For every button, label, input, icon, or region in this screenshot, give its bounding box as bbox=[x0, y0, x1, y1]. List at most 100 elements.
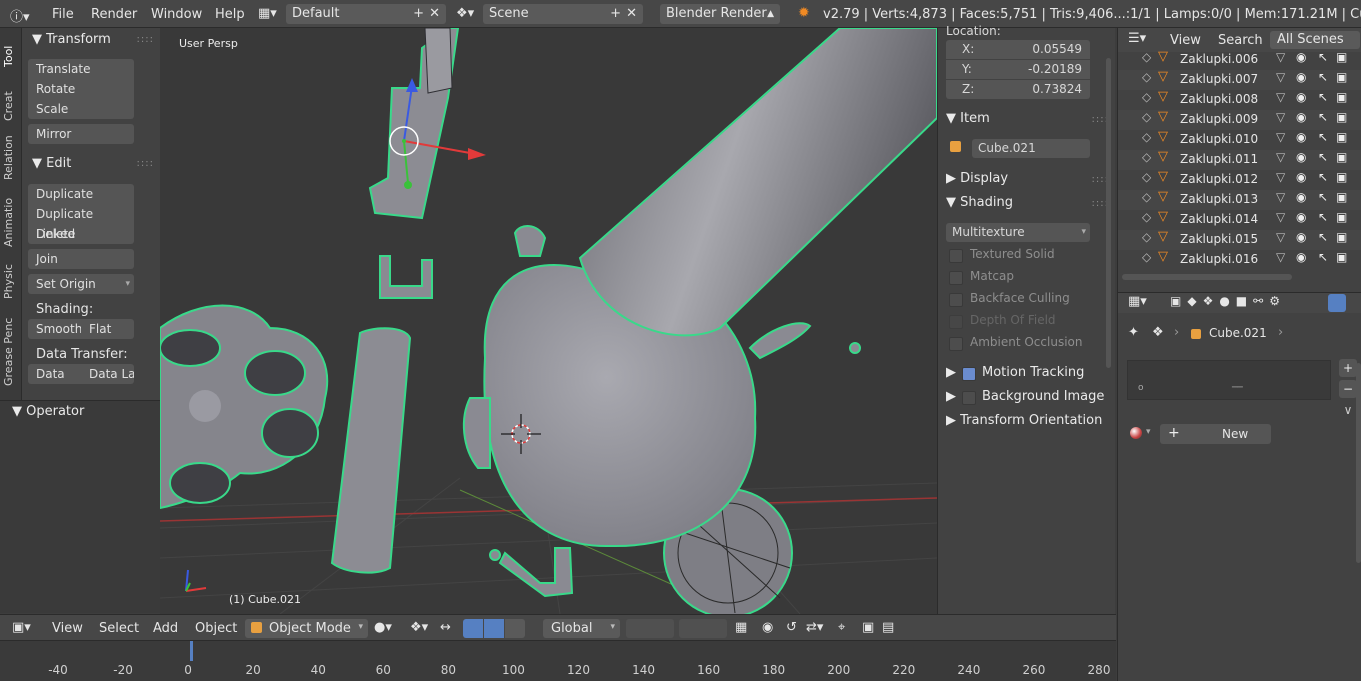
outliner-row[interactable]: ◇ ▽ Zaklupki.015 ▽ ◉ ↖ ▣ bbox=[1118, 229, 1361, 250]
expand-icon[interactable]: ◇ bbox=[1142, 190, 1151, 204]
transform-orientation-panel-header[interactable]: ▶ Transform Orientation bbox=[946, 413, 1102, 428]
shading-mode-select[interactable]: Multitexture ▾ bbox=[946, 223, 1090, 242]
restrict-icon[interactable]: ▽ bbox=[1276, 70, 1285, 84]
ambient-occlusion-checkbox[interactable] bbox=[949, 337, 963, 351]
eye-icon[interactable]: ◉ bbox=[1296, 70, 1306, 84]
material-slot-list[interactable]: o ── bbox=[1127, 360, 1331, 400]
tab-physics[interactable]: Physic bbox=[2, 260, 20, 304]
expand-icon[interactable]: ◇ bbox=[1142, 110, 1151, 124]
restrict-icon[interactable]: ▽ bbox=[1276, 90, 1285, 104]
restrict-icon[interactable]: ▽ bbox=[1276, 110, 1285, 124]
remove-scene-icon[interactable]: ✕ bbox=[626, 4, 637, 24]
list-grip-icon[interactable]: ── bbox=[1232, 383, 1243, 393]
duplicate-linked-button[interactable]: Duplicate Linked bbox=[28, 204, 134, 241]
side-part-mesh[interactable] bbox=[462, 397, 491, 469]
add-scene-icon[interactable]: + bbox=[610, 4, 621, 24]
top-knob-mesh[interactable] bbox=[513, 225, 547, 257]
layer-buttons-b[interactable] bbox=[679, 619, 727, 638]
list-resize-icon[interactable]: o bbox=[1138, 383, 1144, 393]
backface-culling-checkbox[interactable] bbox=[949, 293, 963, 307]
menu-help[interactable]: Help bbox=[215, 7, 245, 22]
cursor-select-icon[interactable]: ↖ bbox=[1318, 230, 1328, 244]
cursor-select-icon[interactable]: ↖ bbox=[1318, 110, 1328, 124]
snap-element-icon[interactable]: ⌖ bbox=[838, 620, 845, 635]
orientation-select[interactable]: Global ▾ bbox=[543, 619, 620, 638]
snap-icon[interactable]: ↺ bbox=[786, 620, 797, 635]
rotate-manipulator-button[interactable] bbox=[484, 619, 504, 638]
remove-layout-icon[interactable]: ✕ bbox=[429, 4, 440, 24]
eye-icon[interactable]: ◉ bbox=[1296, 250, 1306, 264]
bracket-mesh[interactable] bbox=[379, 255, 433, 299]
depth-of-field-checkbox[interactable] bbox=[949, 315, 963, 329]
expand-icon[interactable]: ◇ bbox=[1142, 250, 1151, 264]
camera-render-icon[interactable]: ▣ bbox=[1336, 170, 1347, 184]
screen-layout-icon[interactable]: ▦▾ bbox=[258, 6, 277, 21]
cursor-select-icon[interactable]: ↖ bbox=[1318, 170, 1328, 184]
duplicate-button[interactable]: Duplicate bbox=[28, 184, 134, 204]
outliner-row[interactable]: ◇ ▽ Zaklupki.006 ▽ ◉ ↖ ▣ bbox=[1118, 49, 1361, 70]
3d-viewport[interactable]: User Persp (1) Cube.021 bbox=[160, 28, 937, 614]
scale-manipulator-button[interactable] bbox=[505, 619, 525, 638]
viewport-scene[interactable] bbox=[160, 28, 937, 614]
operator-panel-header[interactable]: ▼ Operator bbox=[12, 404, 84, 419]
current-frame-indicator[interactable] bbox=[190, 641, 193, 661]
properties-editor-icon[interactable]: ▦▾ bbox=[1128, 294, 1147, 309]
object-name-field[interactable]: Cube.021 bbox=[972, 139, 1090, 158]
restrict-icon[interactable]: ▽ bbox=[1276, 50, 1285, 64]
lower-bracket-mesh[interactable] bbox=[498, 547, 574, 598]
npanel-scrollbar[interactable] bbox=[1106, 58, 1111, 368]
manipulator-x-arrow-icon[interactable] bbox=[468, 148, 486, 160]
restrict-icon[interactable]: ▽ bbox=[1276, 170, 1285, 184]
add-layout-icon[interactable]: + bbox=[413, 4, 424, 24]
eye-icon[interactable]: ◉ bbox=[1296, 90, 1306, 104]
camera-render-icon[interactable]: ▣ bbox=[1336, 190, 1347, 204]
tab-animation[interactable]: Animatio bbox=[2, 192, 20, 252]
restrict-icon[interactable]: ▽ bbox=[1276, 190, 1285, 204]
info-editor-icon[interactable]: ⓘ▾ bbox=[10, 6, 30, 25]
cursor-select-icon[interactable]: ↖ bbox=[1318, 90, 1328, 104]
cursor-select-icon[interactable]: ↖ bbox=[1318, 210, 1328, 224]
translate-button[interactable]: Translate bbox=[28, 59, 134, 79]
mirror-button[interactable]: Mirror bbox=[28, 124, 134, 144]
expand-icon[interactable]: ◇ bbox=[1142, 170, 1151, 184]
expand-icon[interactable]: ◇ bbox=[1142, 150, 1151, 164]
header-menu-view[interactable]: View bbox=[52, 621, 83, 636]
pin-icon[interactable]: ✦ bbox=[1128, 325, 1139, 340]
edit-panel-header[interactable]: ▼ Edit bbox=[32, 156, 71, 171]
motion-tracking-checkbox[interactable] bbox=[962, 367, 976, 381]
outliner-row[interactable]: ◇ ▽ Zaklupki.013 ▽ ◉ ↖ ▣ bbox=[1118, 189, 1361, 210]
manipulator-y-handle[interactable] bbox=[404, 181, 412, 189]
outliner-row[interactable]: ◇ ▽ Zaklupki.014 ▽ ◉ ↖ ▣ bbox=[1118, 209, 1361, 230]
textured-solid-checkbox[interactable] bbox=[949, 249, 963, 263]
location-z-field[interactable]: Z: 0.73824 bbox=[946, 80, 1090, 99]
slot-specials-icon[interactable]: ∨ bbox=[1339, 401, 1357, 419]
scene-icon[interactable]: ❖▾ bbox=[456, 6, 474, 21]
cursor-select-icon[interactable]: ↖ bbox=[1318, 190, 1328, 204]
data-layout-button[interactable]: Data La bbox=[81, 364, 134, 384]
menu-window[interactable]: Window bbox=[151, 7, 202, 22]
tab-create[interactable]: Creat bbox=[2, 82, 20, 130]
expand-icon[interactable]: ◇ bbox=[1142, 130, 1151, 144]
rotate-button[interactable]: Rotate bbox=[28, 79, 134, 99]
cursor-select-icon[interactable]: ↖ bbox=[1318, 70, 1328, 84]
properties-scrollbar[interactable] bbox=[1356, 363, 1361, 563]
outliner-row[interactable]: ◇ ▽ Zaklupki.009 ▽ ◉ ↖ ▣ bbox=[1118, 109, 1361, 130]
add-slot-button[interactable]: + bbox=[1339, 359, 1357, 377]
eye-icon[interactable]: ◉ bbox=[1296, 130, 1306, 144]
restrict-icon[interactable]: ▽ bbox=[1276, 130, 1285, 144]
material-tab-icon[interactable] bbox=[1328, 294, 1346, 312]
camera-render-icon[interactable]: ▣ bbox=[1336, 230, 1347, 244]
timeline-ruler[interactable]: -40 -20 0 20 40 60 80 100 120 140 160 180 200 220 240 2… bbox=[0, 640, 1116, 681]
camera-render-icon[interactable]: ▣ bbox=[1336, 50, 1347, 64]
cursor-select-icon[interactable]: ↖ bbox=[1318, 250, 1328, 264]
display-mode-select[interactable]: All Scenes bbox=[1270, 31, 1360, 49]
camera-render-icon[interactable]: ▣ bbox=[1336, 70, 1347, 84]
flat-button[interactable]: Flat bbox=[81, 319, 134, 339]
editor-type-icon[interactable]: ▣▾ bbox=[12, 620, 31, 635]
outliner-row[interactable]: ◇ ▽ Zaklupki.012 ▽ ◉ ↖ ▣ bbox=[1118, 169, 1361, 190]
outliner-scrollbar[interactable] bbox=[1122, 274, 1292, 280]
eye-icon[interactable]: ◉ bbox=[1296, 170, 1306, 184]
restrict-icon[interactable]: ▽ bbox=[1276, 250, 1285, 264]
set-origin-select[interactable]: Set Origin ▾ bbox=[28, 274, 134, 294]
plank-mesh[interactable] bbox=[330, 327, 412, 574]
